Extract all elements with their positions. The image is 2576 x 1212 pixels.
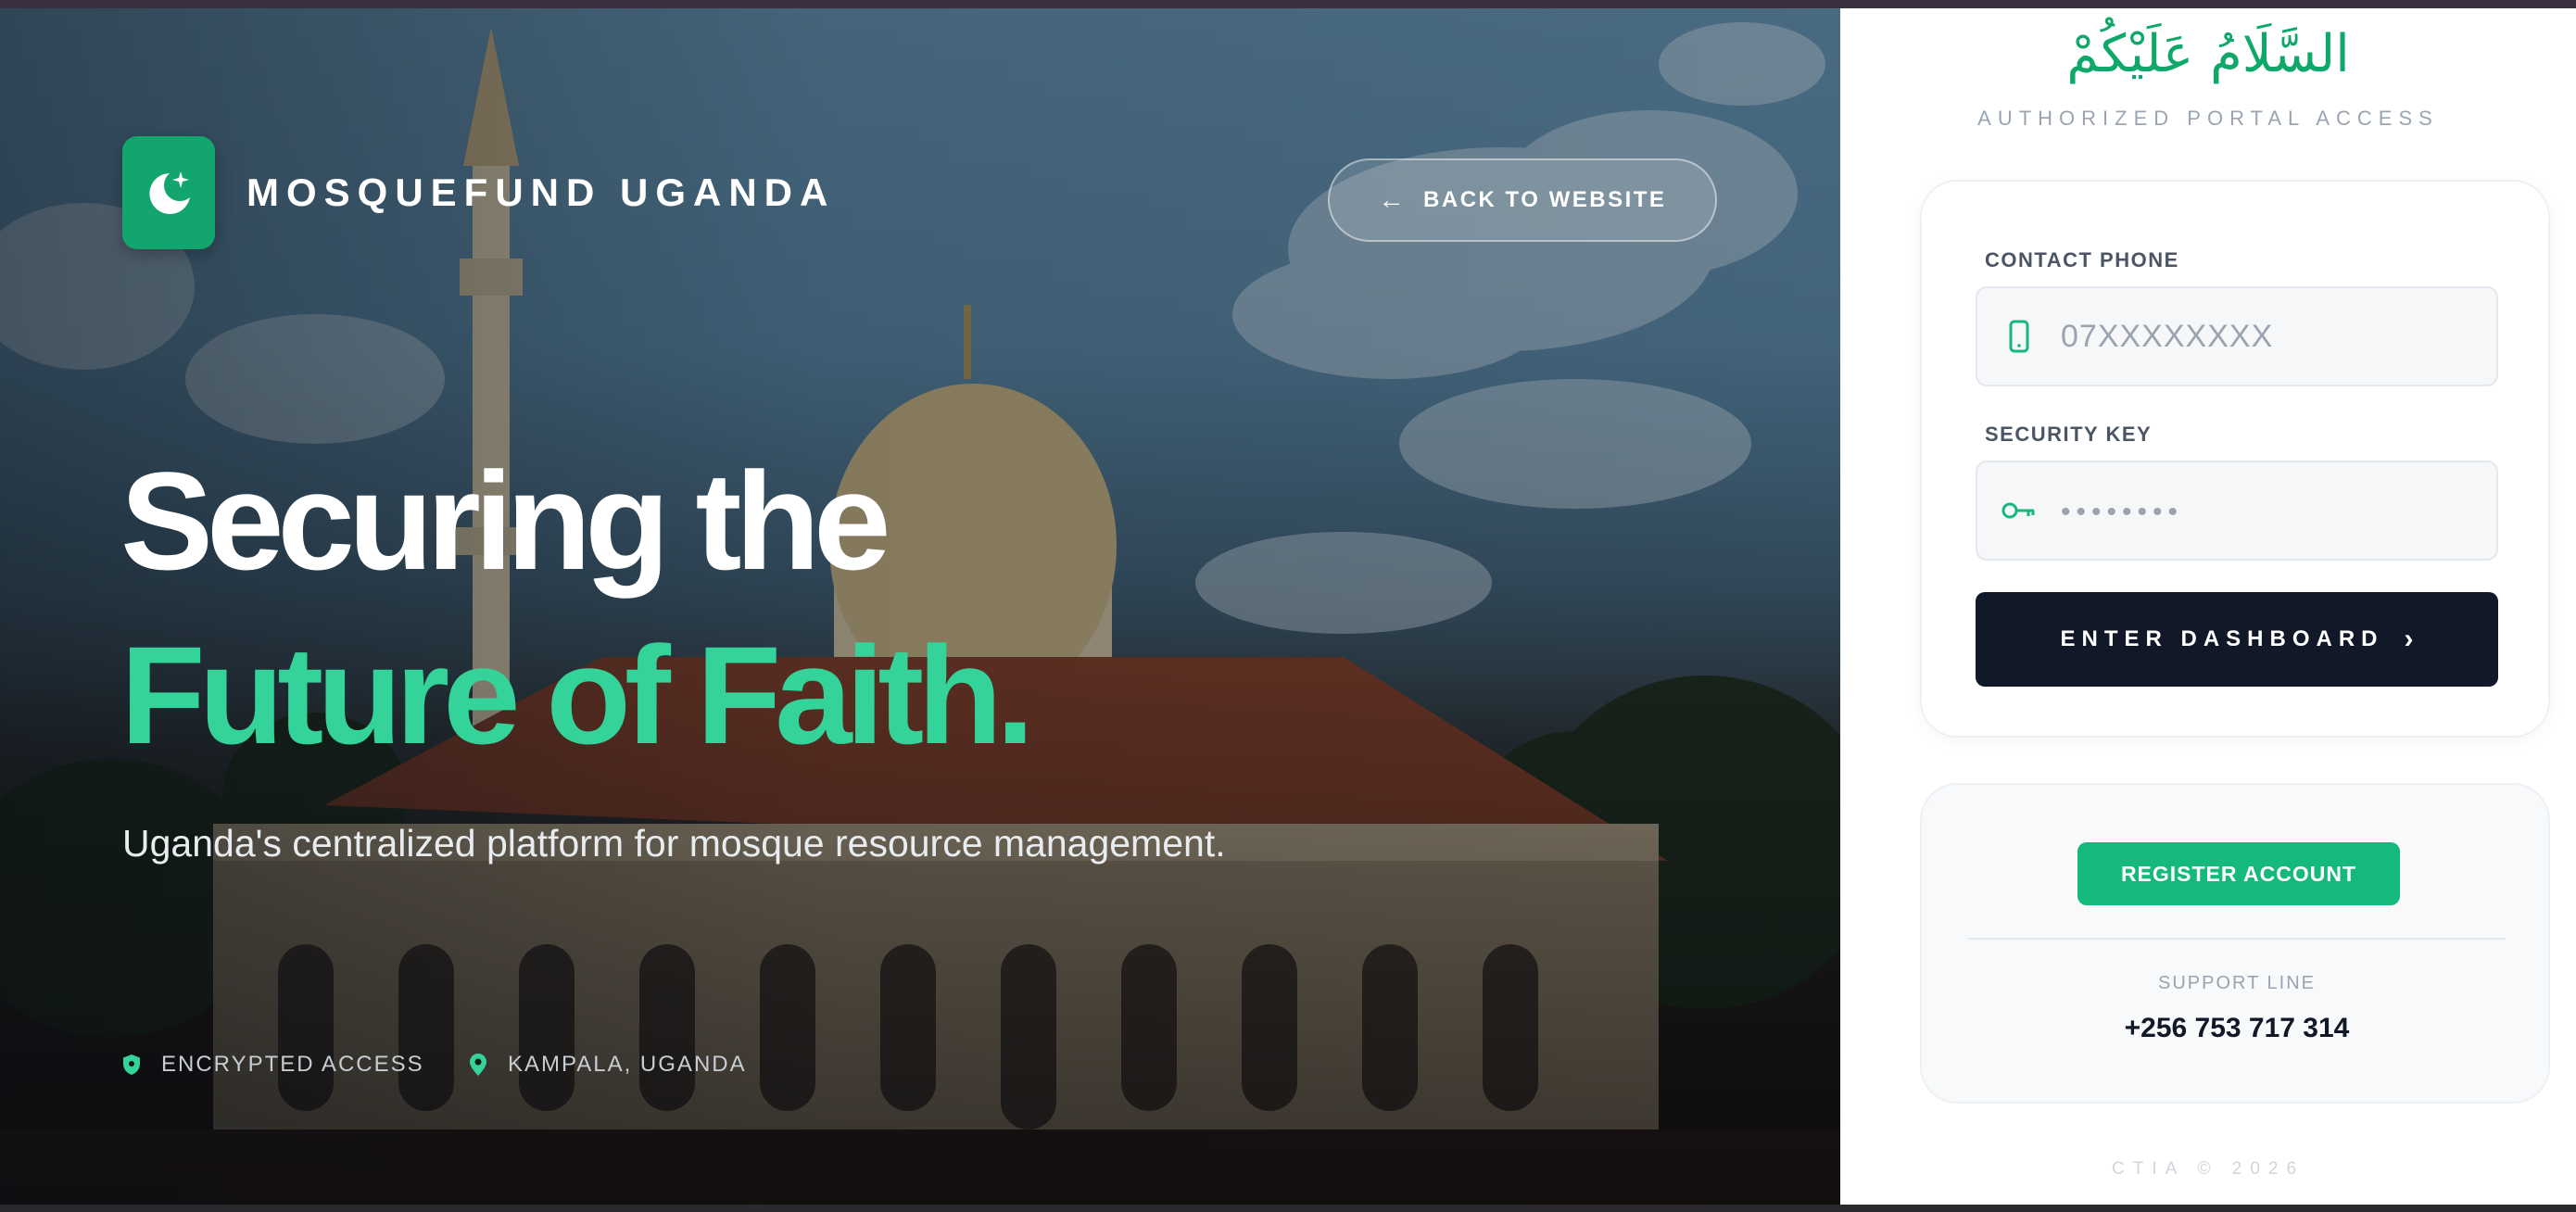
footer-copyright: CTIA © 2026	[2111, 1159, 2305, 1179]
meta-label: ENCRYPTED ACCESS	[161, 1052, 424, 1077]
key-icon	[1977, 500, 2061, 521]
register-account-button[interactable]: REGISTER ACCOUNT	[2077, 842, 2400, 905]
brand-name: MOSQUEFUND UGANDA	[246, 170, 836, 214]
meta-encrypted-access: ENCRYPTED ACCESS	[122, 1052, 424, 1078]
map-pin-icon	[469, 1053, 487, 1077]
arabic-greeting: السَّلَامُ عَلَيْكُمْ	[2066, 24, 2350, 84]
enter-dashboard-button[interactable]: ENTER DASHBOARD ›	[1976, 592, 2498, 687]
headline-line-1: Securing the	[120, 443, 890, 599]
back-to-website-button[interactable]: ← BACK TO WEBSITE	[1328, 158, 1717, 242]
crescent-star-icon	[122, 136, 215, 249]
chevron-right-icon: ›	[2404, 624, 2414, 654]
security-key-label: SECURITY KEY	[1985, 423, 2153, 446]
enter-dashboard-label: ENTER DASHBOARD	[2060, 626, 2384, 651]
security-key-input[interactable]	[2061, 462, 2496, 559]
arrow-left-icon: ←	[1378, 185, 1408, 214]
phone-icon	[1977, 320, 2061, 353]
tagline: Uganda's centralized platform for mosque…	[122, 822, 1226, 865]
hero-section: MOSQUEFUND UGANDA ← BACK TO WEBSITE Secu…	[0, 8, 1840, 1205]
support-line-label: SUPPORT LINE	[2158, 973, 2316, 993]
portal-subtitle: AUTHORIZED PORTAL ACCESS	[1977, 107, 2439, 130]
phone-input[interactable]	[2061, 288, 2496, 385]
divider	[1968, 938, 2506, 940]
register-card: REGISTER ACCOUNT SUPPORT LINE +256 753 7…	[1920, 783, 2550, 1104]
meta-location: KAMPALA, UGANDA	[469, 1052, 747, 1078]
login-panel: السَّلَامُ عَلَيْكُمْ AUTHORIZED PORTAL …	[1840, 8, 2576, 1205]
brand[interactable]: MOSQUEFUND UGANDA	[122, 136, 835, 249]
headline-line-2: Future of Faith.	[120, 617, 1035, 773]
phone-field[interactable]	[1976, 286, 2498, 386]
security-key-field[interactable]	[1976, 461, 2498, 561]
phone-label: CONTACT PHONE	[1985, 248, 2179, 271]
window-bottom-bar	[0, 1205, 2576, 1212]
meta-label: KAMPALA, UGANDA	[508, 1052, 747, 1077]
back-to-website-label: BACK TO WEBSITE	[1423, 187, 1667, 212]
support-phone-number[interactable]: +256 753 717 314	[1922, 1013, 2552, 1044]
window-top-bar	[0, 0, 2576, 8]
shield-icon	[122, 1054, 141, 1076]
login-form: CONTACT PHONE SECURITY KEY ENTER DASHBOA…	[1920, 180, 2550, 738]
